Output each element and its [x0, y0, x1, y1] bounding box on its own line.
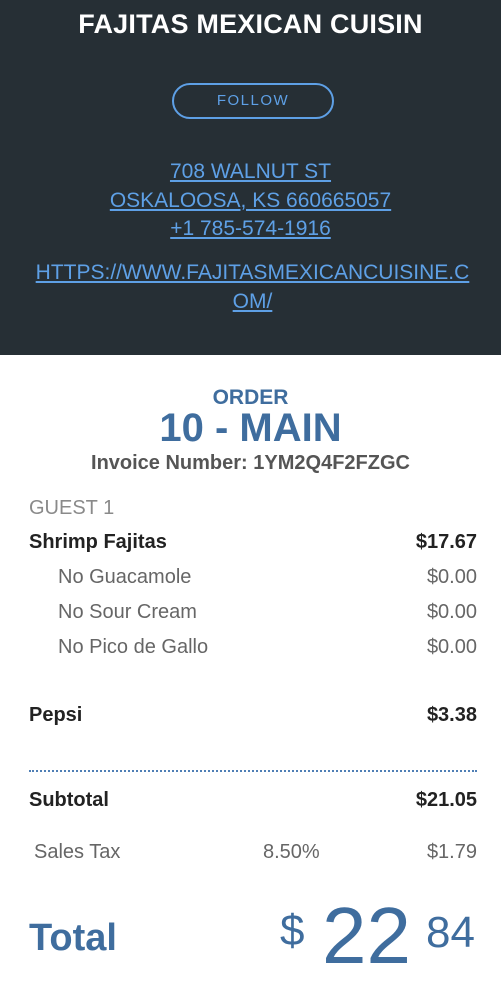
item-price: $17.67: [415, 531, 477, 553]
total-cents: 84: [426, 908, 475, 957]
address-line1-link[interactable]: 708 WALNUT ST: [0, 160, 501, 184]
tax-value: $1.79: [426, 841, 477, 863]
modifier-name: No Sour Cream: [58, 601, 197, 623]
tax-rate: 8.50%: [263, 841, 320, 863]
modifier-name: No Guacamole: [58, 566, 192, 588]
subtotal-label: Subtotal: [29, 789, 109, 811]
item-name: Shrimp Fajitas: [29, 531, 167, 553]
modifier-name: No Pico de Gallo: [58, 636, 209, 658]
subtotal-value: $21.05: [415, 789, 477, 811]
total-currency: $: [280, 906, 305, 955]
total-label: Total: [29, 917, 117, 959]
tax-label: Sales Tax: [34, 841, 121, 863]
section-divider: [29, 770, 477, 772]
restaurant-name: FAJITAS MEXICAN CUISIN: [78, 9, 423, 39]
modifier-price: $0.00: [426, 636, 477, 658]
address-line2-link[interactable]: OSKALOOSA, KS 660665057: [0, 189, 501, 213]
total-whole: 22: [322, 891, 411, 980]
website-link[interactable]: HTTPS://WWW.FAJITASMEXICANCUISINE.COM/: [30, 258, 475, 316]
line-item: Pepsi $3.38: [29, 704, 477, 732]
subtotal-row: Subtotal $21.05: [29, 789, 477, 817]
tax-row: Sales Tax 8.50% $1.79: [29, 841, 477, 869]
modifier-price: $0.00: [426, 566, 477, 588]
phone-link[interactable]: +1 785-574-1916: [0, 217, 501, 241]
modifier-item: No Pico de Gallo $0.00: [29, 636, 477, 664]
order-number: 10 - MAIN: [159, 406, 342, 450]
modifier-item: No Guacamole $0.00: [29, 566, 477, 594]
follow-button[interactable]: FOLLOW: [172, 83, 334, 119]
guest-label: GUEST 1: [29, 497, 115, 519]
item-name: Pepsi: [29, 704, 83, 726]
restaurant-header: FAJITAS MEXICAN CUISIN FOLLOW 708 WALNUT…: [0, 0, 501, 355]
modifier-item: No Sour Cream $0.00: [29, 601, 477, 629]
item-price: $3.38: [426, 704, 477, 726]
line-item: Shrimp Fajitas $17.67: [29, 531, 477, 559]
invoice-number: Invoice Number: 1YM2Q4F2FZGC: [91, 452, 410, 474]
modifier-price: $0.00: [426, 601, 477, 623]
